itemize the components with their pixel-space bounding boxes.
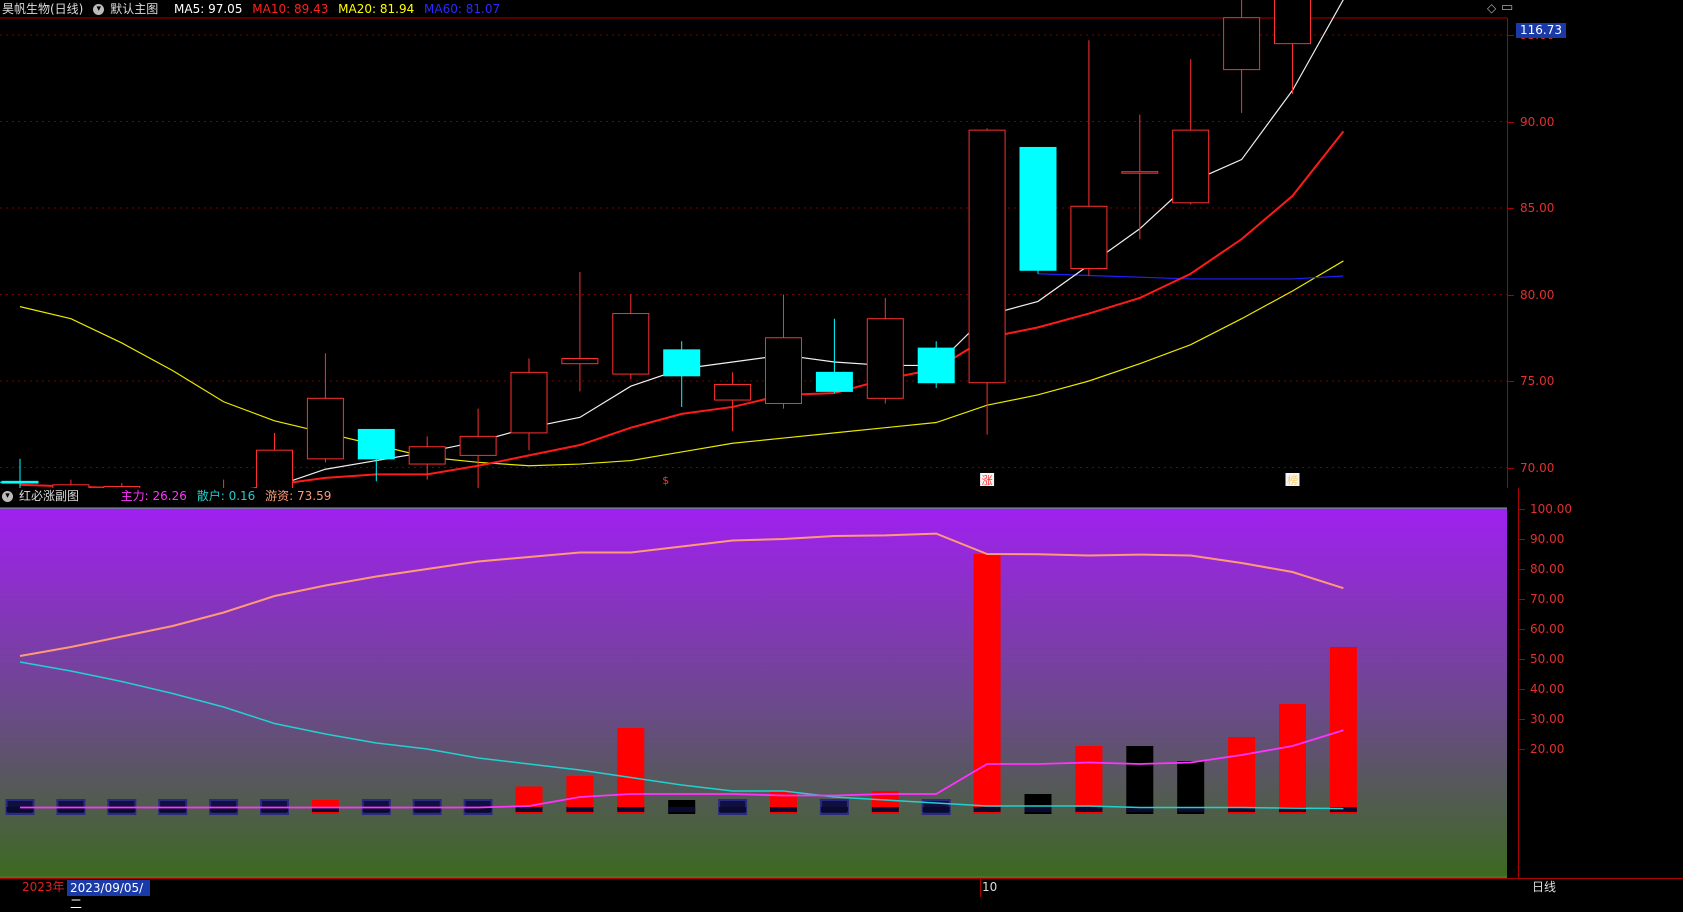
price-tick: 75.00: [1520, 374, 1555, 388]
year-label: 2023年: [22, 880, 65, 894]
candle-body: [968, 129, 1006, 384]
candle-body: [866, 318, 904, 399]
bar-base: [617, 807, 645, 812]
candle-body: [1070, 205, 1108, 270]
sub-tick: 90.00: [1530, 532, 1565, 546]
candle-body: [765, 337, 802, 404]
marker-2: 榜: [1287, 473, 1298, 487]
sub-tick-mark: [1519, 539, 1525, 540]
sub-tick: 60.00: [1530, 622, 1565, 636]
bar-base: [1024, 807, 1052, 812]
bar-base: [515, 807, 543, 812]
marker-0: $: [662, 474, 669, 487]
ma10-line: [19, 130, 1345, 488]
candle-body: [306, 397, 344, 460]
bar-base: [566, 807, 594, 812]
sub-tick-mark: [1519, 719, 1525, 720]
bar-base: [922, 807, 950, 812]
volume-bar: [1075, 746, 1103, 814]
bar-base: [770, 807, 797, 812]
sub-tick: 70.00: [1530, 592, 1565, 606]
sub-tick-mark: [1519, 689, 1525, 690]
candle-body: [408, 446, 446, 465]
sub-tick-mark: [1519, 509, 1525, 510]
price-axis: [1507, 18, 1683, 488]
volume-bar: [973, 554, 1001, 814]
candle-body: [1121, 171, 1159, 174]
sub-tick-mark: [1519, 749, 1525, 750]
sub-tick: 30.00: [1530, 712, 1565, 726]
bar-base: [973, 807, 1001, 812]
month-tick: [980, 879, 981, 897]
price-tick: 80.00: [1520, 287, 1555, 302]
candle-body: [510, 371, 548, 434]
month-label: 10: [982, 880, 998, 894]
price-tick: 90.00: [1520, 114, 1555, 129]
price-tick: 70.00: [1520, 460, 1555, 475]
bar-base: [871, 807, 899, 812]
candle-body: [459, 435, 497, 456]
current-price-tag: 116.73: [1516, 23, 1566, 38]
bar-base: [820, 807, 848, 812]
indicator-chart[interactable]: [0, 488, 1683, 878]
candle-body: [917, 347, 955, 384]
sub-tick: 50.00: [1530, 652, 1565, 666]
period-button[interactable]: 日线: [1532, 879, 1556, 895]
price-tick-mark: [1508, 467, 1514, 469]
volume-bar: [1177, 761, 1205, 814]
candle-body: [1172, 129, 1210, 204]
price-tick-mark: [1508, 121, 1514, 123]
volume-bar: [1228, 737, 1256, 814]
sub-tick-mark: [1519, 659, 1525, 660]
candle-body: [612, 313, 650, 375]
candle-body: [714, 383, 752, 401]
candle-body: [815, 371, 853, 392]
candle-body: [256, 449, 293, 488]
indicator-background: [0, 508, 1507, 878]
sub-tick: 20.00: [1530, 742, 1565, 756]
candle-body: [357, 428, 395, 460]
price-tick-mark: [1508, 381, 1514, 382]
candle-body: [1223, 17, 1261, 71]
bar-base: [719, 807, 747, 812]
bar-base: [668, 807, 696, 812]
candlestick-chart[interactable]: 118.80←66.49$涨榜: [0, 0, 1683, 488]
date-label: 2023/09/05/二: [67, 880, 150, 911]
price-tick: 85.00: [1520, 201, 1555, 215]
marker-1: 涨: [982, 474, 993, 487]
sub-tick-mark: [1519, 569, 1525, 570]
candle-body: [561, 358, 599, 365]
candle-body: [663, 349, 701, 377]
sub-tick: 80.00: [1530, 562, 1565, 576]
candle-body: [1274, 0, 1311, 45]
candle-body: [1019, 146, 1057, 271]
price-tick-mark: [1508, 35, 1514, 36]
sub-tick: 100.00: [1530, 502, 1572, 516]
footer-bar: [0, 878, 1683, 899]
ma5-line: [254, 0, 1344, 488]
price-tick-mark: [1508, 294, 1514, 296]
volume-bar: [1126, 746, 1154, 814]
volume-bar: [617, 728, 645, 814]
volume-bar: [1279, 704, 1306, 814]
price-tick-mark: [1508, 208, 1514, 209]
sub-tick-mark: [1519, 629, 1525, 630]
bar-base: [1075, 807, 1103, 812]
sub-tick-mark: [1519, 599, 1525, 600]
sub-tick: 40.00: [1530, 682, 1565, 696]
